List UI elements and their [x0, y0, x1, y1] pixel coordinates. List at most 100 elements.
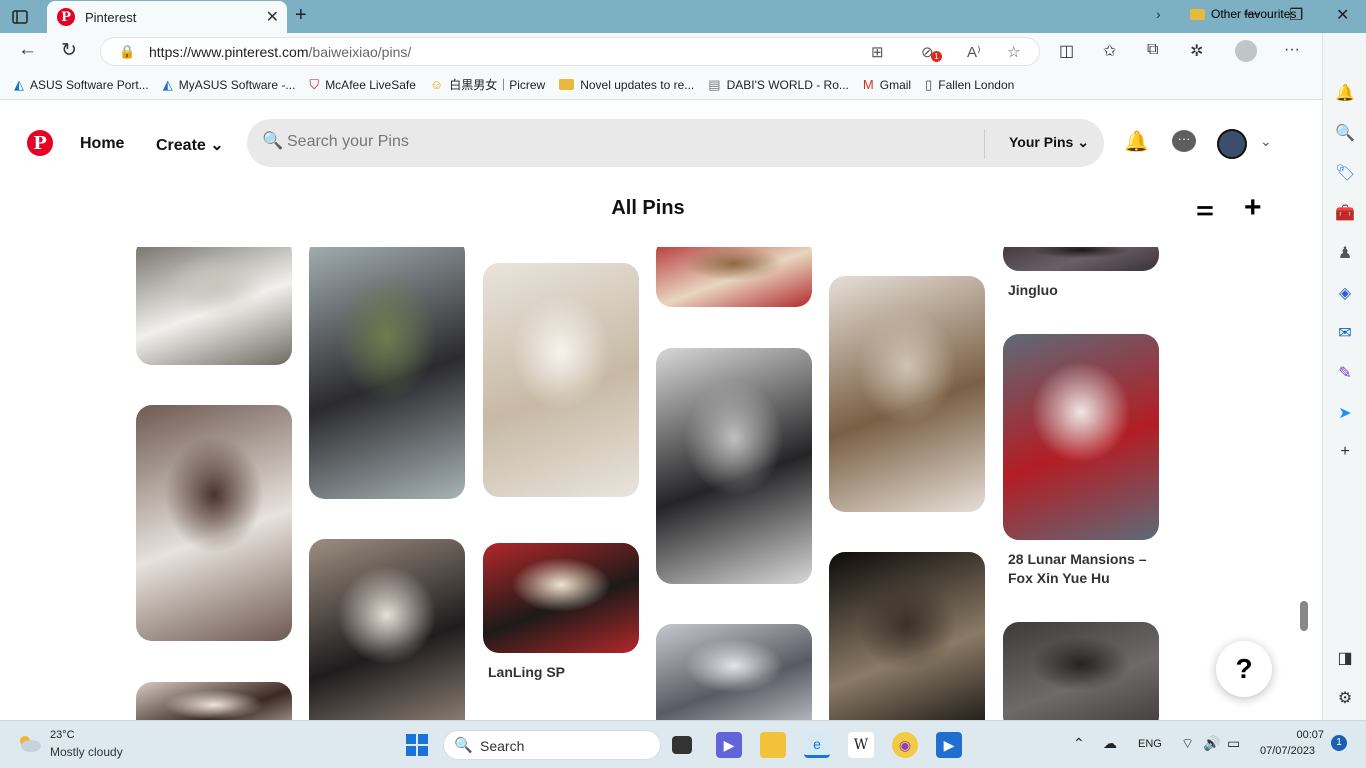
- pin-card[interactable]: [1003, 334, 1159, 540]
- pin-title[interactable]: Jingluo: [1008, 281, 1158, 300]
- avatar[interactable]: [1217, 129, 1247, 159]
- pin-card[interactable]: [1003, 622, 1159, 720]
- refresh-icon[interactable]: ↻: [61, 39, 77, 62]
- search-input[interactable]: [287, 133, 967, 151]
- help-button[interactable]: ?: [1216, 641, 1272, 697]
- pin-card[interactable]: [136, 682, 292, 720]
- your-pins-label: Your Pins: [1009, 134, 1074, 150]
- favourites-icon[interactable]: ✩: [1103, 41, 1116, 61]
- wikipedia-icon[interactable]: W: [848, 732, 874, 758]
- pin-card[interactable]: [483, 263, 639, 497]
- start-button[interactable]: [406, 734, 428, 756]
- mcafee-icon: ⛉: [309, 76, 320, 92]
- url-text[interactable]: https://www.pinterest.com/baiweixiao/pin…: [149, 44, 411, 60]
- pin-card[interactable]: [1003, 247, 1159, 271]
- cloud-icon[interactable]: [16, 733, 42, 753]
- pin-title[interactable]: 28 Lunar Mansions – Fox Xin Yue Hu: [1008, 550, 1158, 588]
- favourite-link[interactable]: ▯ Fallen London: [925, 77, 1014, 93]
- tools-icon[interactable]: 🧰: [1335, 203, 1355, 223]
- pin-card[interactable]: [483, 543, 639, 653]
- pin-card[interactable]: [309, 539, 465, 720]
- pin-title[interactable]: LanLing SP: [488, 663, 638, 682]
- picrew-icon: ☺: [429, 77, 444, 92]
- more-options-icon[interactable]: ···: [1284, 41, 1300, 59]
- pin-card[interactable]: [829, 552, 985, 720]
- pin-card[interactable]: [656, 247, 812, 307]
- favourite-label: DABI'S WORLD - Ro...: [726, 77, 849, 92]
- nav-home-link[interactable]: Home: [80, 135, 124, 153]
- scrollbar-thumb[interactable]: [1300, 601, 1308, 631]
- tab-pinterest[interactable]: P Pinterest ✕: [47, 1, 287, 33]
- account-chevron-icon[interactable]: ⌄: [1260, 133, 1272, 150]
- norton-icon[interactable]: ◉: [892, 732, 918, 758]
- language-indicator[interactable]: ENG: [1138, 738, 1162, 750]
- collections-icon[interactable]: ⧉: [1147, 41, 1158, 59]
- page-scrollbar[interactable]: [1296, 101, 1312, 720]
- notification-bell-icon[interactable]: 🔔: [1335, 83, 1355, 103]
- wifi-icon[interactable]: ⌔: [1181, 735, 1194, 753]
- apps-icon[interactable]: ⊞: [871, 43, 884, 61]
- onedrive-cloud-icon[interactable]: ☁: [1103, 735, 1117, 752]
- search-divider: [984, 129, 985, 159]
- file-explorer-icon[interactable]: [760, 732, 786, 758]
- pin-card[interactable]: [136, 405, 292, 641]
- messages-icon[interactable]: ···: [1172, 130, 1196, 152]
- clock-date[interactable]: 07/07/2023: [1260, 745, 1315, 757]
- page-icon: ▤: [708, 76, 721, 92]
- pin-card[interactable]: [136, 247, 292, 365]
- tab-close-button[interactable]: ✕: [266, 7, 279, 27]
- notifications-bell-icon[interactable]: 🔔: [1124, 129, 1149, 154]
- edge-icon[interactable]: e: [804, 732, 830, 758]
- drop-icon[interactable]: ➤: [1335, 403, 1355, 423]
- pinterest-logo-icon[interactable]: P: [27, 130, 53, 156]
- hide-sidebar-icon[interactable]: ◨: [1335, 648, 1355, 668]
- your-pins-filter[interactable]: Your Pins ⌄: [1009, 134, 1089, 151]
- designer-icon[interactable]: ✎: [1335, 363, 1355, 383]
- pin-card[interactable]: [656, 348, 812, 584]
- task-view-icon[interactable]: [672, 736, 692, 754]
- other-favourites[interactable]: Other favourites: [1190, 7, 1296, 21]
- favourite-link[interactable]: M Gmail: [863, 77, 911, 92]
- weather-temperature[interactable]: 23°C: [50, 729, 75, 741]
- back-arrow-icon[interactable]: ←: [18, 39, 37, 61]
- extensions-icon[interactable]: ✲: [1190, 41, 1203, 61]
- close-window-button[interactable]: ✕: [1336, 5, 1349, 25]
- games-icon[interactable]: ♟: [1335, 243, 1355, 263]
- pin-card[interactable]: [656, 624, 812, 720]
- teams-chat-icon[interactable]: ▶: [716, 732, 742, 758]
- favourite-link[interactable]: ☺ 白黒男女｜Picrew: [430, 76, 545, 93]
- lock-icon[interactable]: 🔒: [119, 44, 135, 60]
- nav-create-menu[interactable]: Create ⌄: [156, 135, 224, 155]
- outlook-icon[interactable]: ✉: [1335, 323, 1355, 343]
- new-tab-button[interactable]: +: [295, 4, 307, 27]
- pin-card[interactable]: [829, 276, 985, 512]
- clock-time[interactable]: 00:07: [1292, 729, 1324, 741]
- show-hidden-icons-chevron-icon[interactable]: ⌃: [1073, 735, 1085, 752]
- notification-badge[interactable]: 1: [1331, 735, 1347, 751]
- microsoft-365-icon[interactable]: ◈: [1335, 283, 1355, 303]
- battery-icon[interactable]: ▭: [1227, 735, 1240, 752]
- add-pin-button[interactable]: +: [1244, 191, 1262, 225]
- favourite-link[interactable]: ◭ MyASUS Software -...: [163, 77, 296, 93]
- settings-gear-icon[interactable]: ⚙: [1335, 688, 1355, 708]
- shopping-icon[interactable]: 🏷: [1335, 163, 1355, 183]
- volume-icon[interactable]: 🔊: [1203, 735, 1220, 752]
- favourite-link[interactable]: ⛉ McAfee LiveSafe: [309, 77, 415, 93]
- filter-sliders-icon[interactable]: ⚌: [1196, 196, 1214, 221]
- address-bar[interactable]: 🔒 https://www.pinterest.com/baiweixiao/p…: [100, 37, 1040, 66]
- favourite-link[interactable]: Novel updates to re...: [559, 78, 694, 92]
- tab-actions-icon[interactable]: [9, 7, 31, 27]
- add-sidebar-app-icon[interactable]: +: [1335, 443, 1355, 461]
- profile-icon[interactable]: [1235, 40, 1257, 62]
- favourite-star-icon[interactable]: ☆: [1007, 43, 1020, 61]
- taskbar-search[interactable]: 🔍 Search: [443, 730, 661, 760]
- split-screen-icon[interactable]: ◫: [1059, 41, 1074, 61]
- pin-card[interactable]: [309, 247, 465, 499]
- media-player-icon[interactable]: ▶: [936, 732, 962, 758]
- favourites-chevron-icon[interactable]: ›: [1156, 6, 1161, 22]
- favourite-link[interactable]: ◭ ASUS Software Port...: [14, 77, 149, 93]
- search-icon[interactable]: 🔍: [1335, 123, 1355, 143]
- weather-description[interactable]: Mostly cloudy: [50, 745, 123, 759]
- read-aloud-icon[interactable]: A⁾: [967, 43, 981, 61]
- favourite-link[interactable]: ▤ DABI'S WORLD - Ro...: [708, 77, 849, 93]
